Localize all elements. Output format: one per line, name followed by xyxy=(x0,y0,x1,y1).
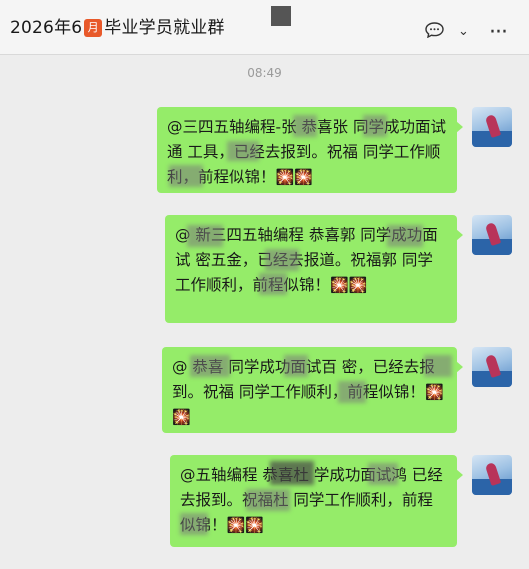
message-bubble[interactable]: @三四五轴编程-张 恭喜张 同学成功面试通 工具，已经去报到。祝福 同学工作顺利… xyxy=(157,107,463,193)
title-prefix: 2026年6 xyxy=(10,18,83,38)
avatar[interactable] xyxy=(472,455,512,495)
chevron-down-icon[interactable]: ⌄ xyxy=(458,24,469,39)
month-icon: 月 xyxy=(84,19,103,37)
firework-emoji: 🎇🎇 xyxy=(330,276,368,294)
message-bubble[interactable]: @ 新三四五轴编程 恭喜郭 同学成功面试 密五金，已经去报道。祝福郭 同学工作顺… xyxy=(165,215,463,323)
message-bubble[interactable]: @ 恭喜 同学成功面试百 密，已经去报到。祝福 同学工作顺利，前程似锦！🎇🎇 xyxy=(162,347,463,433)
message-bubble[interactable]: @五轴编程 恭喜杜 学成功面试鸿 已经去报到。祝福杜 同学工作顺利，前程似锦！🎇… xyxy=(170,455,463,547)
message-timestamp: 08:49 xyxy=(247,66,282,80)
avatar[interactable] xyxy=(472,107,512,147)
chat-header: 2026年6 月毕业学员就业群 ⌄ ··· xyxy=(0,0,529,55)
chat-bubble-icon[interactable] xyxy=(425,22,444,38)
firework-emoji: 🎇🎇 xyxy=(275,168,313,186)
redaction-block xyxy=(271,6,291,26)
avatar[interactable] xyxy=(472,347,512,387)
title-suffix: 毕业学员就业群 xyxy=(104,18,225,38)
more-icon[interactable]: ··· xyxy=(489,20,508,45)
group-title[interactable]: 2026年6 月毕业学员就业群 xyxy=(10,13,225,38)
firework-emoji: 🎇🎇 xyxy=(226,516,264,534)
avatar[interactable] xyxy=(472,215,512,255)
